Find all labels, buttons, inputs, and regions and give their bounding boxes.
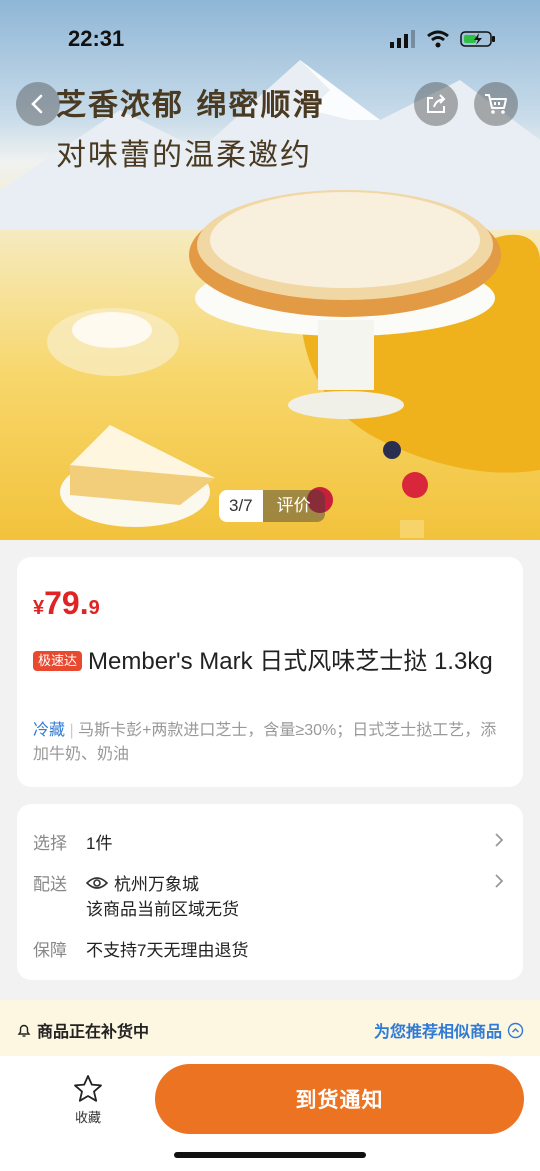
review-tab[interactable]: 评价 bbox=[262, 490, 325, 522]
description-text: 马斯卡彭+两款进口芝士，含量≥30%；日式芝士挞工艺，添加牛奶、奶油 bbox=[33, 722, 497, 763]
bell-icon bbox=[17, 1024, 31, 1037]
status-bar: 22:31 bbox=[0, 0, 540, 80]
restock-notice-bar: 商品正在补货中 为您推荐相似商品 bbox=[0, 1000, 540, 1056]
express-badge: 极速达 bbox=[33, 651, 83, 671]
star-icon bbox=[74, 1075, 102, 1102]
chevron-up-circle-icon bbox=[507, 1022, 524, 1038]
favorite-label: 收藏 bbox=[74, 1110, 101, 1125]
product-title: 极速达 Member's Mark 日式风味芝士挞 1.3kg bbox=[33, 645, 503, 679]
recommend-text: 为您推荐相似商品 bbox=[373, 1024, 502, 1041]
guarantee-label: 保障 bbox=[33, 941, 67, 960]
chevron-right-icon bbox=[495, 833, 504, 847]
wifi-icon bbox=[427, 30, 449, 48]
delivery-location: 杭州万象城 bbox=[86, 870, 199, 895]
chevron-right-icon bbox=[495, 874, 504, 888]
eye-icon bbox=[86, 876, 108, 889]
product-image-carousel[interactable]: 22:31 芝香浓郁 绵密顺滑 对味蕾的温柔邀约 3/7 评价 bbox=[0, 0, 540, 540]
home-indicator bbox=[174, 1152, 366, 1158]
headline-line-1: 芝香浓郁 绵密顺滑 bbox=[56, 88, 325, 123]
cold-tag: 冷藏 bbox=[33, 722, 66, 739]
restock-text: 商品正在补货中 bbox=[37, 1024, 150, 1041]
signal-icon bbox=[390, 30, 415, 48]
product-info-card: ¥79.9 极速达 Member's Mark 日式风味芝士挞 1.3kg 冷藏 … bbox=[17, 557, 523, 787]
image-counter: 3/7 bbox=[219, 490, 263, 522]
status-icons bbox=[390, 30, 496, 48]
favorite-button[interactable]: 收藏 bbox=[62, 1074, 114, 1126]
guarantee-row: 保障 不支持7天无理由退货 bbox=[33, 936, 507, 960]
price-currency: ¥ bbox=[33, 597, 45, 619]
delivery-row[interactable]: 配送 杭州万象城 该商品当前区域无货 bbox=[33, 870, 507, 920]
product-name: Member's Mark 日式风味芝士挞 1.3kg bbox=[88, 648, 493, 675]
delivery-label: 配送 bbox=[33, 875, 67, 894]
select-row[interactable]: 选择 1件 bbox=[33, 829, 507, 853]
hero-headline: 芝香浓郁 绵密顺滑 对味蕾的温柔邀约 bbox=[56, 80, 324, 174]
cart-icon bbox=[485, 94, 507, 114]
back-button[interactable] bbox=[16, 82, 60, 126]
price-integer: 79. bbox=[44, 585, 89, 621]
status-time: 22:31 bbox=[68, 26, 125, 51]
product-description: 冷藏 | 马斯卡彭+两款进口芝士，含量≥30%；日式芝士挞工艺，添加牛奶、奶油 bbox=[33, 722, 497, 763]
restock-message: 商品正在补货中 bbox=[16, 1018, 149, 1042]
cart-button[interactable] bbox=[474, 82, 518, 126]
chevron-left-icon bbox=[31, 94, 43, 114]
bottom-action-bar: 收藏 到货通知 bbox=[0, 1056, 540, 1171]
guarantee-value: 不支持7天无理由退货 bbox=[86, 941, 249, 960]
options-card: 选择 1件 配送 杭州万象城 该商品当前区域无货 保障 不支持7天无理由退货 bbox=[17, 804, 523, 980]
recommend-similar-link[interactable]: 为您推荐相似商品 bbox=[374, 1018, 524, 1042]
select-value: 1件 bbox=[86, 834, 113, 853]
headline-line-2: 对味蕾的温柔邀约 bbox=[56, 138, 312, 173]
delivery-location-text: 杭州万象城 bbox=[114, 875, 199, 894]
product-price: ¥79.9 bbox=[33, 585, 100, 622]
select-label: 选择 bbox=[33, 834, 67, 853]
price-decimal: 9 bbox=[88, 597, 100, 619]
restock-notify-button[interactable]: 到货通知 bbox=[155, 1064, 524, 1134]
battery-charging-icon bbox=[460, 31, 495, 47]
delivery-status: 该商品当前区域无货 bbox=[86, 900, 239, 919]
share-button[interactable] bbox=[414, 82, 458, 126]
image-indicator: 3/7 评价 bbox=[219, 490, 325, 522]
share-icon bbox=[427, 94, 446, 113]
